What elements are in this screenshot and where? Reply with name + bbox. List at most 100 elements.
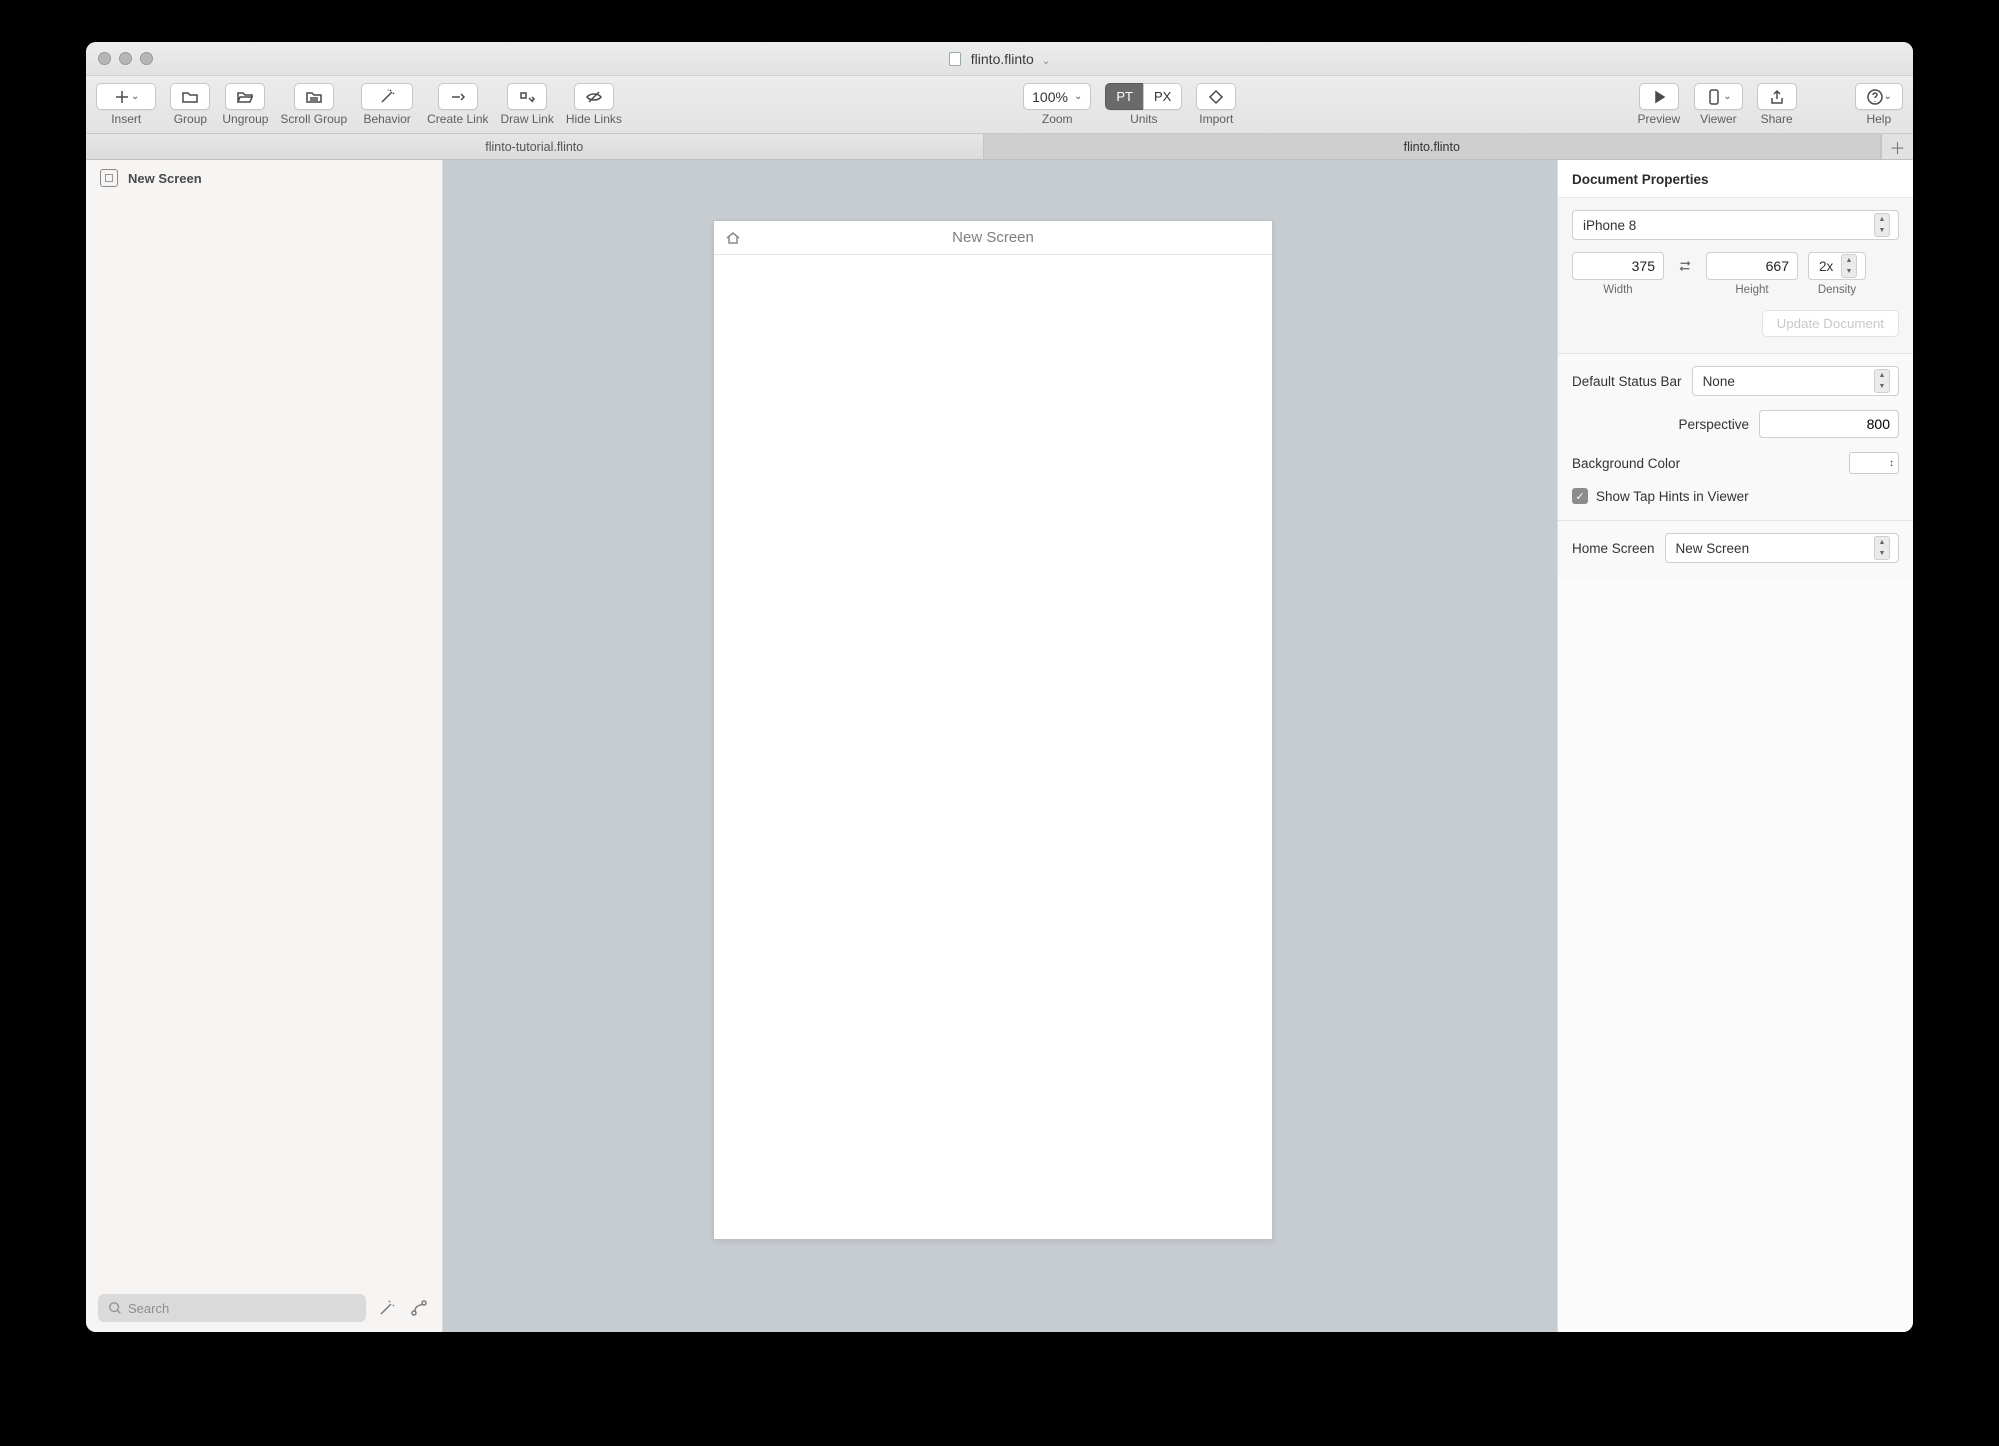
chevron-down-icon: ⌄: [1723, 91, 1731, 102]
tab-flinto-tutorial[interactable]: flinto-tutorial.flinto: [86, 134, 984, 159]
units-segmented: PT PX: [1105, 83, 1182, 110]
ungroup-label: Ungroup: [222, 112, 268, 126]
status-bar-select[interactable]: None ▲▼: [1692, 366, 1899, 396]
transition-button[interactable]: [408, 1297, 430, 1319]
behavior-button[interactable]: [361, 83, 413, 110]
folder-icon: [181, 88, 199, 106]
window-title: flinto.flinto ⌄: [86, 51, 1913, 67]
perspective-label: Perspective: [1678, 417, 1749, 432]
status-bar-label: Default Status Bar: [1572, 374, 1682, 389]
units-px-button[interactable]: PX: [1143, 83, 1182, 110]
home-icon[interactable]: [724, 229, 742, 247]
density-select[interactable]: 2x ▲▼: [1808, 252, 1866, 280]
draw-link-icon: [518, 88, 536, 106]
traffic-lights: [98, 52, 153, 65]
behavior-label: Behavior: [363, 112, 410, 126]
bg-color-well[interactable]: ↕: [1849, 452, 1899, 474]
magic-wand-button[interactable]: [376, 1297, 398, 1319]
create-link-button[interactable]: [438, 83, 478, 110]
inspector-panel: Document Properties iPhone 8 ▲▼ Width: [1557, 160, 1913, 1332]
artboard-header: New Screen: [714, 221, 1272, 255]
zoom-dot[interactable]: [140, 52, 153, 65]
device-block: iPhone 8 ▲▼ Width Height: [1558, 198, 1913, 354]
ungroup-button[interactable]: [225, 83, 265, 110]
units-pt-button[interactable]: PT: [1105, 83, 1143, 110]
width-field[interactable]: [1572, 252, 1664, 280]
stepper-icon: ▲▼: [1874, 536, 1890, 560]
close-dot[interactable]: [98, 52, 111, 65]
scroll-group-label: Scroll Group: [280, 112, 347, 126]
artboard-new-screen[interactable]: New Screen: [713, 220, 1273, 1240]
sidebar-footer: Search: [86, 1284, 442, 1332]
document-icon: [949, 52, 961, 66]
height-label: Height: [1735, 284, 1768, 296]
import-label: Import: [1199, 112, 1233, 126]
insert-group: ⌄ Insert: [96, 83, 156, 126]
insert-button[interactable]: ⌄: [96, 83, 156, 110]
artboard-title[interactable]: New Screen: [742, 229, 1244, 246]
home-screen-label: Home Screen: [1572, 541, 1655, 556]
share-icon: [1768, 88, 1786, 106]
folder-open-icon: [236, 88, 254, 106]
insert-label: Insert: [111, 112, 141, 126]
viewer-button[interactable]: ⌄: [1694, 83, 1742, 110]
hide-links-button[interactable]: [574, 83, 614, 110]
bg-color-label: Background Color: [1572, 456, 1680, 471]
group-label: Group: [174, 112, 207, 126]
preview-button[interactable]: [1639, 83, 1679, 110]
body: New Screen Search New Screen: [86, 160, 1913, 1332]
stepper-icon: ▲▼: [1841, 254, 1857, 278]
home-screen-value: New Screen: [1676, 541, 1750, 556]
help-icon: [1866, 88, 1884, 106]
draw-link-button[interactable]: [507, 83, 547, 110]
help-label: Help: [1866, 112, 1891, 126]
appearance-block: Default Status Bar None ▲▼ Perspective B…: [1558, 354, 1913, 521]
chevron-down-icon: ⌄: [131, 91, 139, 102]
zoom-label: Zoom: [1042, 112, 1073, 126]
toolbar: ⌄ Insert Group Ungroup Scroll: [86, 76, 1913, 134]
sidebar-item-label: New Screen: [128, 171, 202, 186]
import-button[interactable]: [1196, 83, 1236, 110]
eye-off-icon: [585, 88, 603, 106]
search-input[interactable]: Search: [98, 1294, 366, 1322]
screens-sidebar: New Screen Search: [86, 160, 443, 1332]
draw-link-label: Draw Link: [501, 112, 554, 126]
units-label: Units: [1130, 112, 1157, 126]
update-document-button[interactable]: Update Document: [1762, 310, 1899, 337]
home-screen-select[interactable]: New Screen ▲▼: [1665, 533, 1899, 563]
canvas[interactable]: New Screen: [443, 160, 1557, 1332]
swap-dimensions-button[interactable]: [1674, 252, 1696, 280]
plus-icon: [113, 88, 131, 106]
tab-flinto[interactable]: flinto.flinto: [984, 134, 1882, 159]
chevron-down-icon: ⌄: [1074, 91, 1082, 102]
tap-hints-label: Show Tap Hints in Viewer: [1596, 489, 1749, 504]
chevron-down-icon[interactable]: ⌄: [1042, 56, 1050, 67]
zoom-select[interactable]: 100% ⌄: [1023, 83, 1091, 110]
scroll-group-button[interactable]: [294, 83, 334, 110]
hide-links-label: Hide Links: [566, 112, 622, 126]
sidebar-item-new-screen[interactable]: New Screen: [86, 160, 442, 196]
group-button[interactable]: [170, 83, 210, 110]
chevron-down-icon: ⌄: [1884, 91, 1892, 102]
search-placeholder: Search: [128, 1301, 169, 1316]
create-link-label: Create Link: [427, 112, 488, 126]
home-screen-block: Home Screen New Screen ▲▼: [1558, 521, 1913, 579]
help-button[interactable]: ⌄: [1855, 83, 1903, 110]
tap-hints-checkbox[interactable]: ✓: [1572, 488, 1588, 504]
minimize-dot[interactable]: [119, 52, 132, 65]
screen-icon: [100, 169, 118, 187]
device-icon: [1705, 88, 1723, 106]
swap-icon: [1677, 258, 1693, 274]
curve-icon: [410, 1299, 428, 1317]
status-bar-value: None: [1703, 374, 1735, 389]
share-button[interactable]: [1757, 83, 1797, 110]
wand-icon: [378, 88, 396, 106]
tab-add-button[interactable]: ＋: [1881, 134, 1913, 159]
perspective-field[interactable]: [1759, 410, 1899, 438]
device-select[interactable]: iPhone 8 ▲▼: [1572, 210, 1899, 240]
density-value: 2x: [1819, 259, 1833, 274]
link-icon: [449, 88, 467, 106]
app-window: flinto.flinto ⌄ ⌄ Insert Group: [86, 42, 1913, 1332]
width-label: Width: [1603, 284, 1632, 296]
height-field[interactable]: [1706, 252, 1798, 280]
